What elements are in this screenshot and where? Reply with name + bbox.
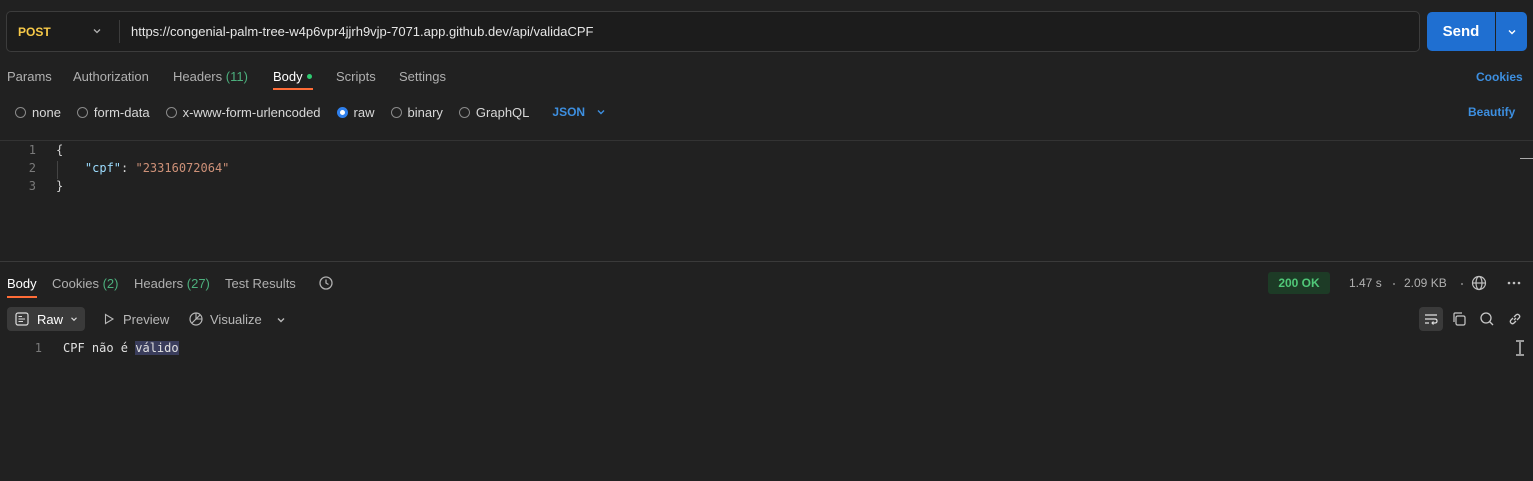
chevron-down-icon: [93, 29, 101, 34]
send-options-button[interactable]: [1496, 12, 1527, 51]
radio-circle-selected: [336, 106, 348, 118]
cookies-count: (2): [102, 276, 119, 291]
code-line: }: [56, 179, 64, 193]
radio-form-data-label: form-data: [93, 104, 150, 120]
chevron-down-icon[interactable]: [275, 314, 287, 326]
copy-icon: [1453, 312, 1466, 326]
code-line: {: [56, 143, 64, 157]
cookies-link[interactable]: Cookies: [1476, 70, 1523, 84]
radio-circle: [76, 106, 88, 118]
tab-scripts[interactable]: Scripts: [336, 69, 376, 84]
radio-urlencoded-label: x-www-form-urlencoded: [182, 104, 321, 120]
copy-link-button[interactable]: [1503, 307, 1527, 331]
chevron-down-icon: [71, 317, 77, 322]
radio-raw-label: raw: [353, 104, 375, 120]
response-headers-count: (27): [186, 276, 210, 291]
beautify-button[interactable]: Beautify: [1468, 105, 1515, 119]
format-select[interactable]: JSON: [552, 105, 607, 119]
response-text-highlight: válido: [135, 341, 179, 355]
code-line: "cpf": "23316072064": [56, 161, 230, 175]
copy-button[interactable]: [1447, 307, 1471, 331]
response-tab-headers[interactable]: Headers (27): [134, 276, 210, 291]
play-icon: [104, 313, 115, 325]
chevron-down-icon: [597, 110, 605, 115]
body-type-selector: none form-data x-www-form-urlencoded raw…: [15, 104, 607, 120]
search-icon: [1480, 312, 1494, 326]
line-number: 2: [28, 161, 36, 175]
visualize-icon: [189, 312, 203, 326]
tab-headers[interactable]: Headers (11): [173, 69, 248, 84]
editor-scrollbar[interactable]: [1520, 158, 1533, 159]
line-number: 1: [28, 143, 36, 157]
more-icon[interactable]: [1506, 276, 1522, 290]
response-tab-body[interactable]: Body: [7, 276, 37, 291]
line-number: 3: [28, 179, 36, 193]
link-icon: [1509, 313, 1521, 325]
radio-form-data[interactable]: form-data: [76, 104, 150, 120]
radio-circle: [15, 106, 26, 118]
text-cursor-icon: [1516, 340, 1524, 356]
wrap-icon: [1425, 314, 1438, 325]
format-label: JSON: [552, 105, 586, 119]
tab-body-label: Body: [273, 69, 303, 84]
separator-dot: [1393, 283, 1395, 285]
divider: [0, 140, 1533, 141]
radio-circle: [165, 106, 177, 118]
search-button[interactable]: [1475, 307, 1499, 331]
method-select[interactable]: POST: [7, 12, 117, 51]
raw-label: Raw: [37, 311, 64, 327]
response-tab-cookies[interactable]: Cookies (2): [52, 276, 118, 291]
active-tab-underline: [273, 88, 313, 90]
active-tab-underline: [7, 296, 37, 298]
raw-view-button[interactable]: Raw: [7, 307, 85, 331]
request-url-bar: POST https://congenial-palm-tree-w4p6vpr…: [6, 11, 1420, 52]
response-text-plain: CPF não é: [63, 341, 136, 355]
headers-count: (11): [225, 69, 248, 84]
radio-graphql[interactable]: GraphQL: [458, 104, 530, 120]
radio-graphql-label: GraphQL: [475, 104, 530, 120]
status-badge[interactable]: 200 OK: [1268, 272, 1330, 294]
tab-body[interactable]: Body: [273, 69, 312, 84]
separator-dot: [1461, 283, 1463, 285]
tab-params[interactable]: Params: [7, 69, 52, 84]
radio-none-label: none: [32, 104, 61, 120]
response-size[interactable]: 2.09 KB: [1404, 276, 1447, 290]
resize-handle[interactable]: [0, 261, 1533, 262]
radio-none[interactable]: none: [15, 105, 61, 120]
globe-icon[interactable]: [1471, 275, 1487, 291]
preview-button[interactable]: Preview: [123, 312, 169, 327]
json-value: "23316072064": [135, 161, 230, 175]
body-indicator-dot: [306, 74, 312, 79]
response-line-number: 1: [34, 341, 42, 355]
response-cookies-label: Cookies: [52, 276, 99, 291]
history-icon[interactable]: [318, 275, 334, 291]
radio-binary[interactable]: binary: [390, 104, 443, 120]
send-button[interactable]: Send: [1427, 12, 1495, 51]
radio-binary-label: binary: [407, 104, 443, 120]
radio-circle: [390, 106, 402, 118]
json-key: "cpf": [84, 161, 122, 175]
indent-guide: [57, 161, 58, 179]
radio-urlencoded[interactable]: x-www-form-urlencoded: [165, 104, 321, 120]
tab-settings[interactable]: Settings: [399, 69, 446, 84]
radio-circle: [458, 106, 470, 118]
json-colon: :: [121, 161, 136, 175]
response-tab-test-results[interactable]: Test Results: [225, 276, 296, 291]
url-input[interactable]: https://congenial-palm-tree-w4p6vpr4jjrh…: [131, 24, 593, 39]
raw-icon: [15, 312, 29, 326]
radio-raw[interactable]: raw: [336, 104, 375, 120]
tab-authorization[interactable]: Authorization: [73, 69, 149, 84]
tab-headers-label: Headers: [173, 69, 223, 84]
response-body-text[interactable]: CPF não é válido: [63, 341, 179, 355]
wrap-lines-button[interactable]: [1419, 307, 1443, 331]
chevron-down-icon: [1508, 29, 1515, 34]
response-headers-label: Headers: [134, 276, 184, 291]
visualize-button[interactable]: Visualize: [210, 312, 262, 327]
method-label: POST: [18, 24, 51, 39]
divider: [119, 20, 120, 43]
response-time[interactable]: 1.47 s: [1349, 276, 1382, 290]
